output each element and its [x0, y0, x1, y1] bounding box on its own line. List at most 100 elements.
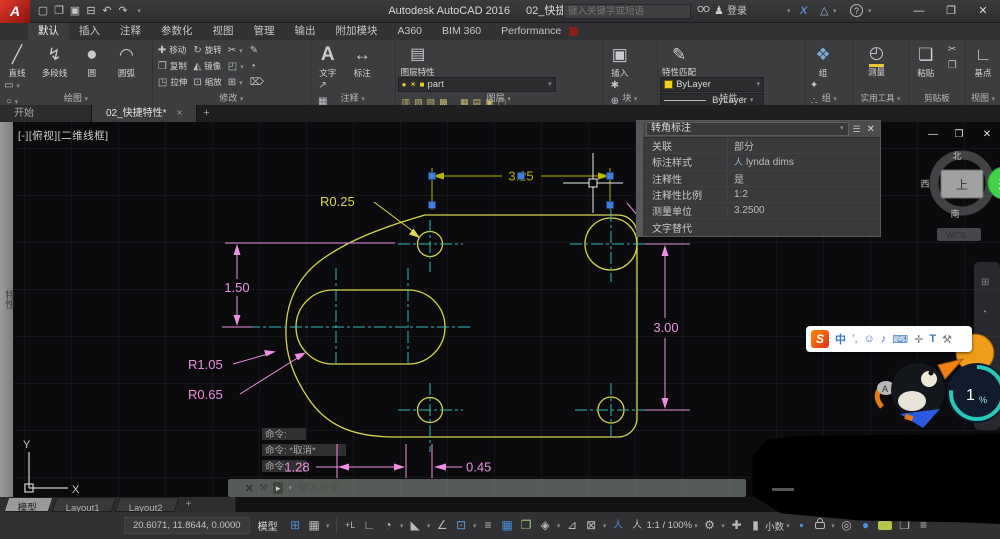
model-space-button[interactable]: 模型	[258, 518, 278, 533]
panel-label-layers[interactable]: 图层 ▾	[396, 92, 602, 105]
selection-grips[interactable]	[429, 173, 614, 209]
explode-icon[interactable]: ◔	[247, 58, 270, 74]
tool-measure[interactable]: ◴测量	[855, 42, 897, 77]
units-dropdown-icon[interactable]: ▾	[784, 522, 792, 530]
ortho-toggle-icon[interactable]: ∟	[360, 512, 379, 539]
command-customize-icon[interactable]: ⚒	[259, 483, 268, 494]
ribbon-tab-insert[interactable]: 插入	[69, 23, 110, 40]
tool-move[interactable]: ✚移动	[155, 42, 190, 58]
tool-polyline[interactable]: ↯多段线	[36, 42, 72, 78]
autoscale-icon[interactable]: 人	[628, 512, 647, 539]
snap-toggle-icon[interactable]: ▦	[305, 512, 324, 539]
ribbon-tab-performance[interactable]: Performance	[491, 23, 571, 40]
tool-stretch[interactable]: ◳拉伸	[155, 74, 190, 90]
panel-label-clipboard[interactable]: 剪贴板	[909, 92, 965, 105]
new-layout-button[interactable]: +	[180, 497, 198, 512]
new-tab-button[interactable]: +	[197, 105, 215, 122]
command-grip[interactable]: ∷	[234, 483, 240, 494]
user-icon[interactable]: ♟	[714, 0, 724, 23]
command-recent-icon[interactable]: ▾	[288, 484, 292, 492]
object-snap-tracking-icon[interactable]: ∠	[433, 512, 452, 539]
dynamic-ucs-icon[interactable]: ⊿	[563, 512, 582, 539]
tab-close-icon[interactable]: ×	[177, 108, 183, 119]
doc-restore-button[interactable]: ❐	[948, 129, 970, 140]
workspace-dropdown-icon[interactable]: ▾	[719, 522, 727, 530]
ime-punct-button[interactable]: ’,	[852, 333, 858, 345]
object-type-dropdown[interactable]: 转角标注▾	[646, 122, 849, 136]
tool-scale[interactable]: ⊡缩放	[190, 74, 224, 90]
panel-label-properties[interactable]: 特性 ▾	[658, 92, 805, 105]
annotation-scale-button[interactable]: 1:1 / 100%	[647, 520, 692, 531]
panel-label-annotate[interactable]: 注释 ▾	[311, 92, 395, 105]
tool-arc[interactable]: ◠圆弧	[111, 42, 141, 78]
viewport-controls[interactable]: [-][俯视][二维线框]	[18, 128, 109, 143]
isodraft-icon[interactable]: ◣	[406, 512, 425, 539]
performance-icon[interactable]	[878, 521, 892, 530]
search-icon[interactable]	[697, 0, 710, 23]
dyninput-dropdown-icon[interactable]: ▾	[601, 522, 609, 530]
osnap-dropdown-icon[interactable]: ▾	[471, 522, 479, 530]
cut-icon[interactable]: ✂	[945, 42, 959, 58]
tool-copy[interactable]: ❐复制	[155, 58, 190, 74]
ribbon-tab-parametric[interactable]: 参数化	[151, 23, 203, 40]
erase-icon[interactable]: ✎	[247, 42, 270, 58]
ime-tools-icon[interactable]: ⚒	[942, 333, 952, 346]
command-input[interactable]	[297, 482, 740, 494]
command-line[interactable]: ∷ ✕ ⚒ ▸ ▾	[228, 479, 746, 497]
3d-osnap-dropdown-icon[interactable]: ▾	[555, 522, 563, 530]
ime-hand-icon[interactable]: ✛	[914, 333, 923, 346]
tool-text[interactable]: A文字	[313, 42, 343, 78]
tool-line[interactable]: ╱直线	[2, 42, 32, 78]
command-close-icon[interactable]: ✕	[245, 482, 254, 495]
command-prompt-icon[interactable]: ▸	[273, 482, 284, 494]
tool-layer-properties[interactable]: ▤图层特性	[398, 42, 438, 77]
color-dropdown[interactable]: ByLayer▾	[660, 77, 764, 92]
doc-minimize-button[interactable]: —	[922, 129, 944, 140]
file-tab-document[interactable]: 02_快捷特性*×	[92, 105, 197, 122]
tool-match-properties[interactable]: ✎特性匹配	[660, 42, 698, 77]
window-minimize-button[interactable]: —	[905, 0, 933, 23]
tool-paste[interactable]: ❏粘贴	[911, 42, 941, 78]
units-button[interactable]: 小数	[765, 519, 784, 533]
ribbon-tab-bim360[interactable]: BIM 360	[432, 23, 491, 40]
ime-logo-icon[interactable]: S	[811, 330, 829, 348]
quick-properties-toggle-icon[interactable]: ▪	[792, 512, 811, 539]
ribbon-tab-addins[interactable]: 附加模块	[326, 23, 388, 40]
sign-in-button[interactable]: 登录	[727, 0, 747, 23]
part-outline[interactable]	[286, 215, 637, 437]
dynamic-input-icon[interactable]: ⊠	[582, 512, 601, 539]
tab-model[interactable]: 模型	[4, 497, 54, 512]
ime-mode-button[interactable]: 中	[835, 331, 846, 347]
radius-r0-25[interactable]: R0.25	[320, 194, 420, 238]
panel-label-modify[interactable]: 修改 ▾	[153, 92, 310, 105]
annotation-monitor-icon[interactable]: ✚	[727, 512, 746, 539]
infer-constraints-icon[interactable]: +L	[341, 512, 360, 539]
qp-customize-icon[interactable]: ☰	[853, 124, 861, 135]
tool-mirror[interactable]: ◭镜像	[190, 58, 224, 74]
lineweight-toggle-icon[interactable]: ≡	[479, 512, 498, 539]
panel-label-block[interactable]: 块 ▾	[603, 92, 657, 105]
object-snap-icon[interactable]: ⊡	[452, 512, 471, 539]
search-input[interactable]	[563, 4, 691, 19]
tab-layout2[interactable]: Layout2	[114, 497, 179, 512]
help-dropdown-icon[interactable]: ▾	[868, 0, 872, 23]
viewcube[interactable]: 上 北 西 南 WCS	[920, 151, 990, 241]
ribbon-tab-manage[interactable]: 管理	[244, 23, 285, 40]
tool-basepoint[interactable]: ∟基点	[968, 42, 998, 78]
ime-keyboard-icon[interactable]: ⌨	[892, 333, 908, 346]
a360-apps-icon[interactable]: △	[820, 0, 828, 23]
properties-palette-bar[interactable]: 特性	[0, 122, 13, 497]
3d-osnap-icon[interactable]: ◈	[536, 512, 555, 539]
ime-toolbar[interactable]: S 中 ’, ☺ ♪ ⌨ ✛ T ⚒	[806, 326, 972, 352]
workspace-gear-icon[interactable]: ⚙	[700, 512, 719, 539]
layer-dropdown[interactable]: ● ☀ ■ part ▾	[398, 77, 556, 92]
qp-close-icon[interactable]: ✕	[865, 124, 877, 135]
ime-mic-icon[interactable]: ♪	[881, 333, 887, 345]
annotation-visibility-icon[interactable]: 人	[609, 512, 628, 539]
polar-tracking-icon[interactable]: ◔	[379, 512, 398, 539]
fillet-icon[interactable]: ◰▾	[225, 58, 247, 74]
exchange-apps-icon[interactable]: X	[800, 0, 807, 23]
ribbon-tab-view[interactable]: 视图	[203, 23, 244, 40]
window-maximize-button[interactable]: ❐	[937, 0, 965, 23]
ribbon-tab-home[interactable]: 默认	[28, 23, 69, 40]
